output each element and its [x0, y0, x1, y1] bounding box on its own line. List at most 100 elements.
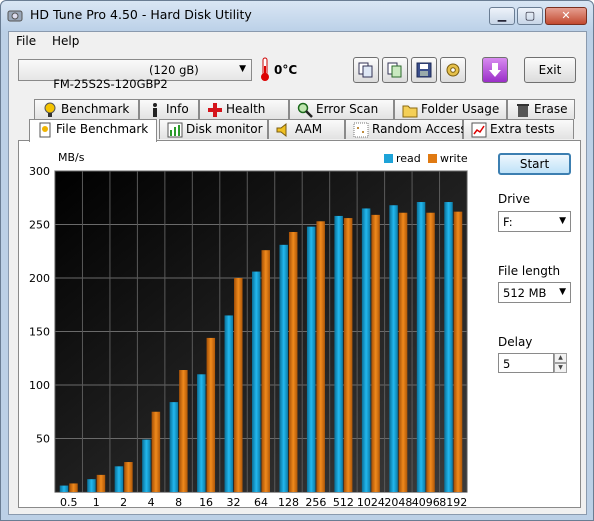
bar-write [206, 337, 216, 492]
drive-select[interactable]: FM-25S2S-120GBP2 (120 gB) ▼ [18, 59, 252, 91]
tab-label: Info [166, 102, 189, 116]
x-tick-label: 2048 [384, 496, 412, 507]
y-tick-label: 250 [29, 219, 50, 232]
error-scan-icon [297, 102, 313, 118]
tab-erase[interactable]: Erase [507, 99, 575, 119]
tab-label: Error Scan [316, 102, 379, 116]
tab-label: File Benchmark [56, 122, 149, 136]
trash-icon [517, 104, 529, 117]
drive-combo-value: F: [503, 215, 513, 229]
bar-read [361, 208, 371, 492]
copy-button[interactable] [353, 57, 379, 83]
app-icon [7, 10, 23, 22]
start-button[interactable]: Start [498, 153, 571, 175]
options-icon [446, 63, 460, 77]
bar-write [179, 370, 188, 492]
bar-read [444, 202, 453, 492]
bar-write [124, 462, 133, 492]
menu-bar: File Help [9, 32, 586, 52]
options-button[interactable] [440, 57, 466, 83]
window-title: HD Tune Pro 4.50 - Hard Disk Utility [30, 7, 252, 22]
x-tick-label: 1024 [357, 496, 385, 507]
x-tick-label: 2 [120, 496, 127, 507]
legend-label-write: write [440, 152, 468, 165]
x-tick-label: 4 [148, 496, 155, 507]
folder-icon [402, 105, 418, 118]
bar-write [96, 474, 106, 492]
chevron-down-icon: ▼ [559, 287, 566, 297]
exit-button[interactable]: Exit [524, 57, 576, 83]
drive-combo[interactable]: F: ▼ [498, 211, 571, 232]
benchmark-icon [44, 102, 56, 117]
speaker-icon [276, 122, 287, 138]
bar-write [288, 231, 298, 492]
bar-read [169, 402, 179, 492]
tab-aam[interactable]: AAM [268, 119, 345, 139]
extra-tests-icon [471, 122, 487, 138]
bar-read [87, 479, 96, 492]
tab-label: Erase [534, 102, 568, 116]
x-tick-label: 32 [227, 496, 241, 507]
tab-folder-usage[interactable]: Folder Usage [394, 99, 507, 119]
x-tick-label: 1 [93, 496, 100, 507]
tab-file-benchmark[interactable]: File Benchmark [29, 119, 157, 142]
legend-swatch-write [428, 154, 437, 163]
delay-label: Delay [498, 335, 533, 349]
toolbar: FM-25S2S-120GBP2 (120 gB) ▼ 0°C Exit [9, 52, 586, 96]
delay-spinner: ▲ ▼ [554, 353, 567, 373]
bar-read [416, 202, 426, 492]
tab-error-scan[interactable]: Error Scan [289, 99, 394, 119]
random-access-icon [353, 122, 369, 138]
title-bar: HD Tune Pro 4.50 - Hard Disk Utility ▁ ▢… [1, 1, 593, 31]
close-button[interactable]: ✕ [545, 7, 587, 25]
x-tick-label: 16 [199, 496, 213, 507]
maximize-button[interactable]: ▢ [517, 7, 543, 25]
x-tick-label: 256 [305, 496, 326, 507]
file-benchmark-panel: 50 100 150 200 250 300 MB/s 0.5 1 2 4 8 16 32 64 128 256… [18, 140, 581, 509]
y-axis-label: MB/s [58, 151, 85, 164]
tab-disk-monitor[interactable]: Disk monitor [159, 119, 268, 139]
download-button[interactable] [482, 57, 508, 83]
file-length-label: File length [498, 264, 561, 278]
drive-name: FM-25S2S-120GBP2 [53, 77, 168, 91]
spin-down-button[interactable]: ▼ [554, 363, 567, 373]
y-tick-label: 300 [29, 165, 50, 178]
chevron-down-icon: ▼ [239, 64, 246, 74]
bar-write [453, 211, 463, 492]
menu-help[interactable]: Help [52, 34, 79, 48]
tab-benchmark[interactable]: Benchmark [34, 99, 139, 119]
tab-extra-tests[interactable]: Extra tests [463, 119, 574, 139]
bar-write [316, 221, 325, 492]
tab-label: AAM [295, 122, 323, 136]
info-icon [153, 103, 157, 117]
tab-random-access[interactable]: Random Access [345, 119, 467, 139]
spin-up-button[interactable]: ▲ [554, 353, 567, 363]
tab-health[interactable]: Health [199, 99, 289, 119]
bar-read [389, 205, 398, 492]
x-tick-label: 512 [333, 496, 354, 507]
tab-label: Disk monitor [186, 122, 263, 136]
bar-read [197, 374, 206, 492]
y-tick-label: 50 [36, 433, 50, 446]
file-length-combo[interactable]: 512 MB ▼ [498, 282, 571, 303]
file-length-value: 512 MB [503, 286, 547, 300]
minimize-button[interactable]: ▁ [489, 7, 515, 25]
tab-label: Health [226, 102, 266, 116]
app-window: HD Tune Pro 4.50 - Hard Disk Utility ▁ ▢… [0, 0, 594, 521]
save-button[interactable] [411, 57, 437, 83]
copy-info-button[interactable] [382, 57, 408, 83]
delay-input[interactable]: 5 [498, 353, 554, 373]
delay-value: 5 [503, 357, 511, 371]
thermometer-icon [261, 57, 269, 81]
bar-write [261, 250, 270, 492]
x-tick-label: 0.5 [60, 496, 78, 507]
bar-write [398, 212, 408, 492]
bar-write [371, 214, 380, 492]
tab-label: Folder Usage [421, 102, 500, 116]
menu-file[interactable]: File [16, 34, 36, 48]
tab-info[interactable]: Info [139, 99, 199, 119]
tab-label: Random Access [372, 122, 467, 136]
benchmark-chart-svg: 50 100 150 200 250 300 MB/s 0.5 1 2 4 8 16 32 64 128 256… [29, 151, 468, 509]
bar-write [426, 212, 435, 492]
chevron-down-icon: ▼ [559, 216, 566, 226]
